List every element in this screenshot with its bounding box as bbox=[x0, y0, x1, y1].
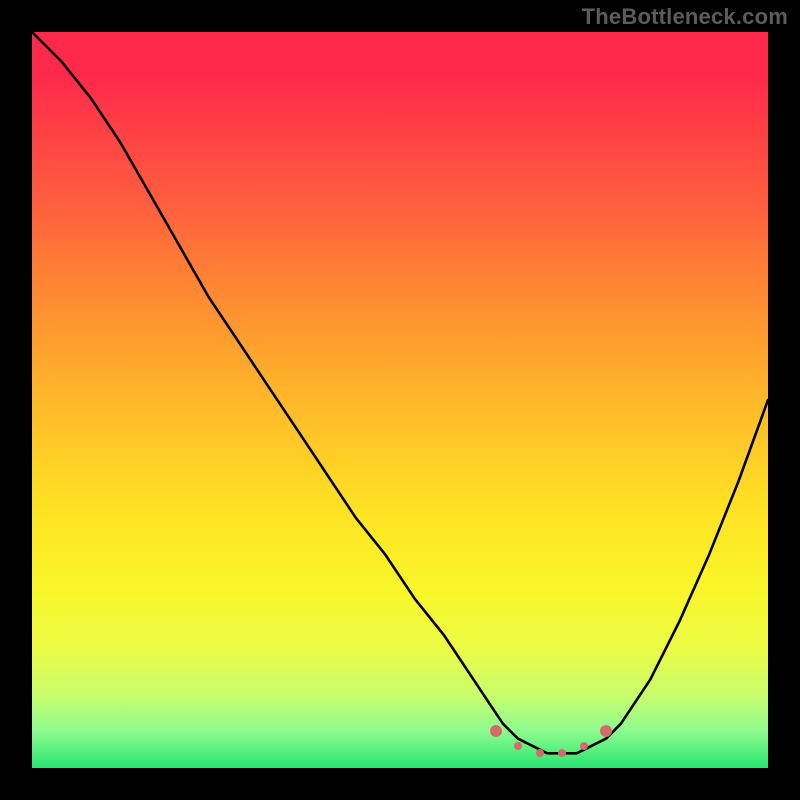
curve-marker bbox=[490, 725, 502, 737]
plot-area bbox=[32, 32, 768, 768]
heat-gradient bbox=[32, 32, 768, 768]
watermark-text: TheBottleneck.com bbox=[582, 4, 788, 30]
chart-stage: TheBottleneck.com bbox=[0, 0, 800, 800]
curve-marker bbox=[514, 742, 522, 750]
curve-marker bbox=[580, 742, 588, 750]
curve-marker bbox=[558, 749, 566, 757]
curve-marker bbox=[600, 725, 612, 737]
curve-marker bbox=[536, 749, 544, 757]
